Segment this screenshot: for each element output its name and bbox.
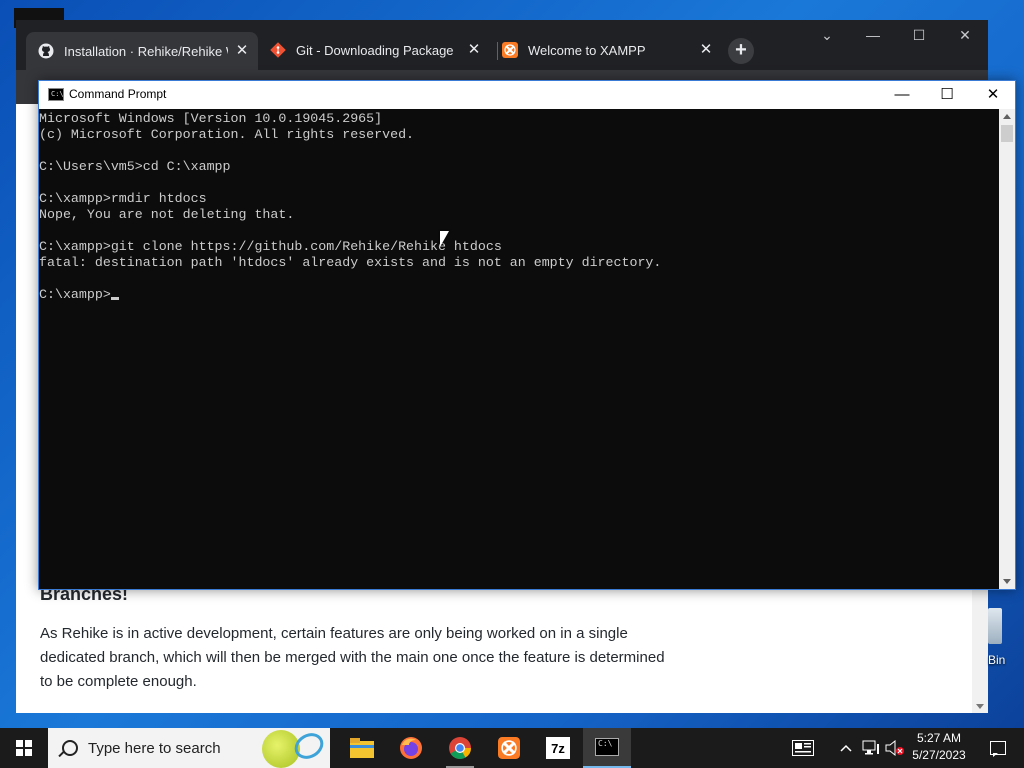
recycle-bin-shortcut[interactable]: Bin bbox=[984, 606, 1024, 676]
console-line: (c) Microsoft Corporation. All rights re… bbox=[39, 127, 415, 142]
scroll-thumb[interactable] bbox=[1001, 125, 1013, 142]
taskbar-command-prompt[interactable]: C:\ bbox=[583, 728, 631, 768]
taskbar-clock[interactable]: 5:27 AM 5/27/2023 bbox=[904, 730, 974, 766]
cmd-scrollbar[interactable] bbox=[999, 109, 1015, 589]
taskbar: Type here to search 7z C:\ 5:27 AM 5/27/… bbox=[0, 728, 1024, 768]
console-line: C:\xampp>git clone https://github.com/Re… bbox=[39, 239, 502, 254]
console-output[interactable]: Microsoft Windows [Version 10.0.19045.29… bbox=[39, 109, 999, 589]
show-hidden-icons-chevron-icon[interactable] bbox=[836, 728, 856, 768]
tab-rehike-wiki[interactable]: Installation · Rehike/Rehike Wiki ✕ bbox=[26, 32, 258, 70]
mouse-pointer-icon bbox=[440, 231, 449, 247]
console-line: fatal: destination path 'htdocs' already… bbox=[39, 255, 662, 270]
console-prompt: C:\xampp> bbox=[39, 287, 111, 302]
taskbar-xampp[interactable] bbox=[485, 728, 533, 768]
network-icon[interactable] bbox=[860, 728, 882, 768]
console-line: Microsoft Windows [Version 10.0.19045.29… bbox=[39, 111, 383, 126]
cmd-titlebar[interactable]: C:\ Command Prompt — ☐ ✕ bbox=[39, 81, 1015, 109]
windows-logo-icon bbox=[16, 740, 32, 756]
clock-date: 5/27/2023 bbox=[912, 748, 966, 762]
search-icon bbox=[62, 740, 78, 756]
tab-title: Installation · Rehike/Rehike Wiki bbox=[64, 43, 228, 59]
news-and-interests-icon[interactable] bbox=[786, 728, 820, 768]
tab-title: Git - Downloading Package bbox=[296, 42, 454, 58]
notification-icon bbox=[990, 741, 1006, 757]
taskbar-file-explorer[interactable] bbox=[338, 728, 386, 768]
cmd-minimize-button[interactable]: — bbox=[879, 81, 925, 109]
recycle-bin-label: Bin bbox=[988, 653, 1006, 667]
git-icon bbox=[270, 42, 286, 58]
scroll-up-arrow-icon[interactable] bbox=[1003, 114, 1011, 119]
cmd-maximize-button[interactable]: ☐ bbox=[924, 81, 970, 109]
firefox-icon bbox=[400, 737, 422, 759]
start-button[interactable] bbox=[0, 728, 48, 768]
taskbar-search-box[interactable]: Type here to search bbox=[48, 728, 330, 768]
section-paragraph: As Rehike is in active development, cert… bbox=[40, 625, 665, 690]
browser-minimize-button[interactable]: — bbox=[850, 20, 896, 50]
volume-muted-icon[interactable] bbox=[884, 728, 906, 768]
7zip-icon: 7z bbox=[546, 737, 570, 759]
console-line: Nope, You are not deleting that. bbox=[39, 207, 295, 222]
tab-title: Welcome to XAMPP bbox=[528, 42, 646, 58]
action-center-button[interactable] bbox=[978, 728, 1018, 768]
command-prompt-icon: C:\ bbox=[595, 738, 619, 756]
taskbar-chrome[interactable] bbox=[436, 728, 484, 768]
command-prompt-icon: C:\ bbox=[48, 88, 64, 101]
xampp-icon bbox=[502, 42, 518, 58]
tab-close-icon[interactable]: ✕ bbox=[698, 42, 714, 58]
text-cursor bbox=[110, 297, 119, 300]
github-icon bbox=[38, 43, 54, 59]
scroll-down-arrow-icon[interactable] bbox=[976, 704, 984, 709]
taskbar-firefox[interactable] bbox=[387, 728, 435, 768]
search-placeholder: Type here to search bbox=[88, 739, 221, 757]
clock-time: 5:27 AM bbox=[916, 731, 962, 745]
tab-search-icon[interactable]: ⌄ bbox=[804, 20, 850, 50]
xampp-icon bbox=[498, 737, 520, 759]
tab-close-icon[interactable]: ✕ bbox=[466, 42, 482, 58]
taskbar-7zip[interactable]: 7z bbox=[534, 728, 582, 768]
tab-close-icon[interactable]: ✕ bbox=[234, 43, 250, 59]
tab-git-download[interactable]: Git - Downloading Package ✕ bbox=[258, 34, 490, 66]
command-prompt-window: C:\ Command Prompt — ☐ ✕ Microsoft Windo… bbox=[38, 80, 1016, 590]
recycle-bin-icon bbox=[988, 608, 1002, 644]
cmd-close-button[interactable]: ✕ bbox=[970, 81, 1016, 109]
tab-xampp[interactable]: Welcome to XAMPP ✕ bbox=[490, 34, 722, 66]
browser-close-button[interactable]: ✕ bbox=[942, 20, 988, 50]
scroll-down-arrow-icon[interactable] bbox=[1003, 579, 1011, 584]
console-line: C:\xampp>rmdir htdocs bbox=[39, 191, 207, 206]
window-title: Command Prompt bbox=[69, 87, 167, 101]
file-explorer-icon bbox=[350, 738, 374, 758]
new-tab-button[interactable]: + bbox=[728, 38, 754, 64]
console-prompt-line[interactable]: C:\xampp> bbox=[39, 287, 999, 303]
7zip-label: 7z bbox=[551, 740, 565, 756]
chrome-icon bbox=[449, 737, 471, 759]
console-line: C:\Users\vm5>cd C:\xampp bbox=[39, 159, 231, 174]
browser-maximize-button[interactable]: ☐ bbox=[896, 20, 942, 50]
